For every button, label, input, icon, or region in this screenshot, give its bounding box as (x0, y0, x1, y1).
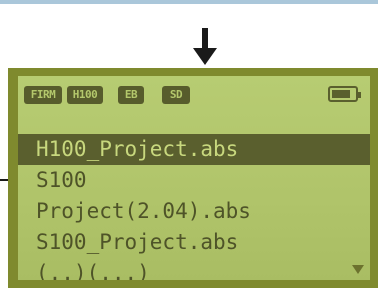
h100-badge: H100 (67, 86, 103, 104)
down-arrow-icon (193, 28, 217, 65)
file-list: H100_Project.abs S100 Project(2.04).abs … (18, 134, 370, 280)
file-item-partial[interactable]: (..)(...) (18, 258, 370, 280)
battery-icon (328, 86, 361, 102)
file-item-project-204[interactable]: Project(2.04).abs (18, 196, 370, 227)
file-item-h100-project[interactable]: H100_Project.abs (18, 134, 370, 165)
scroll-down-icon[interactable] (352, 265, 364, 274)
eb-badge: EB (118, 86, 144, 104)
lcd-screen: FIRM H100 EB SD H100_Project.abs S100 Pr… (18, 76, 370, 280)
top-divider (0, 0, 378, 4)
file-item-s100[interactable]: S100 (18, 165, 370, 196)
device-bezel: FIRM H100 EB SD H100_Project.abs S100 Pr… (8, 68, 378, 288)
firm-badge: FIRM (24, 86, 62, 104)
sd-badge: SD (162, 86, 190, 104)
file-item-s100-project[interactable]: S100_Project.abs (18, 227, 370, 258)
status-bar: FIRM H100 EB SD (24, 84, 364, 110)
